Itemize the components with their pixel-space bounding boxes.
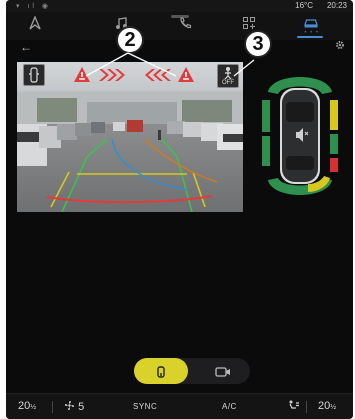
outside-temperature: 16°C	[295, 1, 313, 10]
divider	[306, 401, 307, 413]
status-bar: ▾ ıl ◉ 16°C 20:23	[6, 0, 353, 12]
sync-button[interactable]: SYNC	[133, 402, 157, 411]
right-sensor-mid	[330, 134, 338, 154]
parking-sensor-top-view	[262, 77, 338, 195]
top-navigation: • • •	[6, 12, 353, 40]
navigation-icon[interactable]	[24, 15, 46, 36]
left-sensor-front	[262, 100, 270, 132]
right-sensor-rear	[330, 158, 338, 172]
status-icons: ▾ ıl ◉	[16, 3, 52, 10]
clock: 20:23	[326, 1, 347, 10]
passenger-temperature[interactable]: 20½	[318, 400, 336, 412]
right-sensor-front	[330, 100, 338, 130]
divider	[52, 401, 53, 413]
screen-frame: ▾ ıl ◉ 16°C 20:23 • • • ← OFF 2 3 20½ 5 …	[6, 0, 353, 419]
seat-airflow-icon[interactable]	[288, 400, 300, 414]
phone-icon[interactable]	[174, 16, 196, 36]
ac-button[interactable]: A/C	[222, 402, 237, 411]
camera-mode-icon[interactable]	[23, 64, 45, 86]
back-arrow-icon[interactable]: ←	[20, 40, 32, 54]
camera-icon	[215, 367, 230, 377]
driver-temperature[interactable]: 20½	[18, 400, 36, 412]
camera-view-button[interactable]	[196, 358, 250, 384]
left-sensor-rear	[262, 136, 270, 166]
active-tab-indicator	[297, 36, 323, 38]
camera-view-toggle	[134, 358, 250, 384]
rear-view-icon	[157, 366, 165, 378]
climate-bar: 20½ 5 SYNC A/C 20½	[6, 393, 353, 419]
gear-icon[interactable]	[335, 40, 345, 53]
callout-lines	[85, 52, 255, 77]
fan-speed[interactable]: 5	[64, 400, 84, 413]
fan-icon	[64, 400, 75, 411]
rear-camera-button[interactable]	[134, 358, 188, 384]
